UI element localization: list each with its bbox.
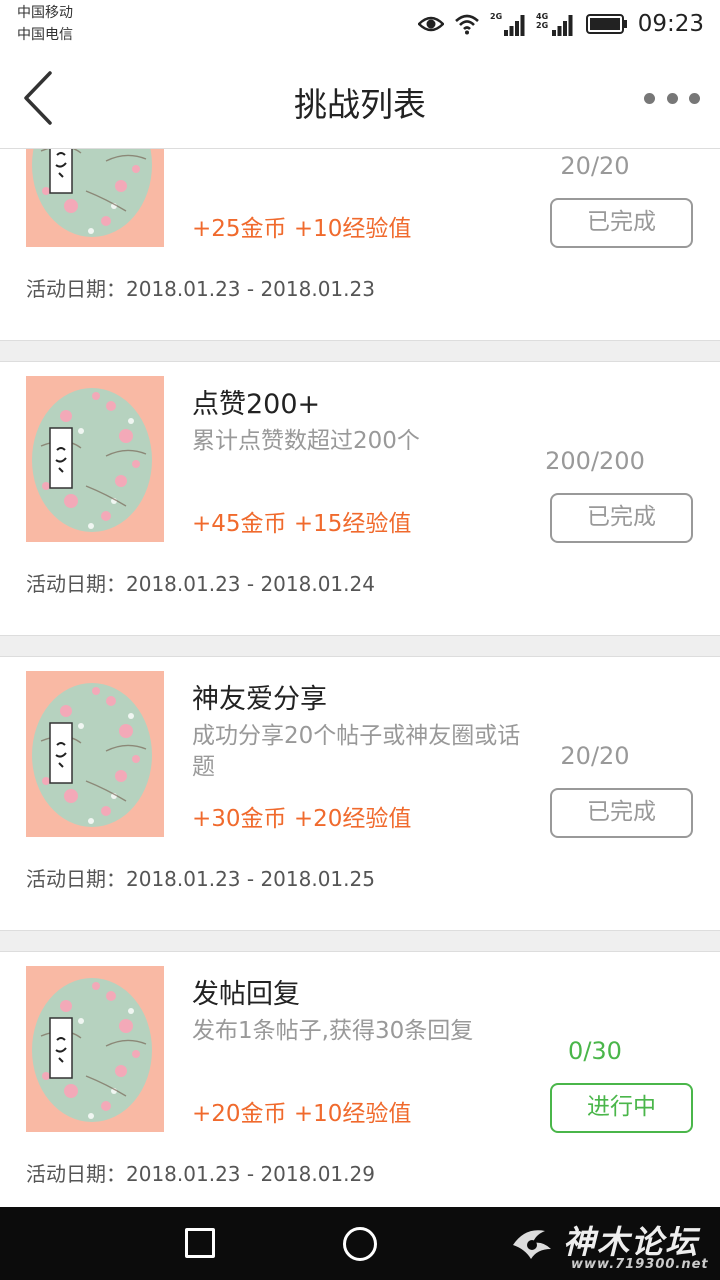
challenge-reward: +30金币 +20经验值 bbox=[192, 806, 412, 832]
challenge-card[interactable]: 神友爱分享 成功分享20个帖子或神友圈或话题 20/20 +30金币 +20经验… bbox=[0, 656, 720, 931]
challenge-status-button[interactable]: 进行中 bbox=[550, 1083, 693, 1133]
challenge-card[interactable]: 点赞200+ 累计点赞数超过200个 200/200 +45金币 +15经验值 … bbox=[0, 361, 720, 636]
challenge-thumbnail bbox=[26, 376, 164, 542]
signal-2-icon: 4G 2G bbox=[536, 11, 576, 37]
challenge-status-button[interactable]: 已完成 bbox=[550, 493, 693, 543]
challenge-progress: 200/200 bbox=[545, 447, 645, 475]
eye-icon bbox=[417, 14, 444, 34]
date-label: 活动日期： bbox=[26, 867, 126, 891]
carrier-1: 中国移动 bbox=[17, 5, 73, 21]
watermark-url: www.719300.net bbox=[571, 1257, 709, 1272]
more-dot-icon bbox=[644, 92, 655, 104]
system-nav-bar: 神木论坛 www.719300.net bbox=[0, 1207, 720, 1280]
challenge-name: 发帖回复 bbox=[192, 979, 300, 1010]
badge-seal-icon bbox=[32, 683, 152, 827]
challenge-list[interactable]: 20/20 +25金币 +10经验值 已完成 活动日期：2018.01.23 -… bbox=[0, 149, 720, 1207]
watermark-emblem-icon bbox=[513, 1230, 551, 1259]
challenge-description: 成功分享20个帖子或神友圈或话题 bbox=[192, 723, 521, 780]
challenge-description: 累计点赞数超过200个 bbox=[192, 428, 420, 454]
challenge-date: 活动日期：2018.01.23 - 2018.01.24 bbox=[26, 568, 375, 597]
date-range: 2018.01.23 - 2018.01.29 bbox=[126, 1162, 375, 1186]
challenge-description: 发布1条帖子,获得30条回复 bbox=[192, 1018, 474, 1044]
status-icons: 2G 4G 2G 09:23 bbox=[417, 10, 704, 38]
carrier-2: 中国电信 bbox=[17, 27, 73, 43]
badge-seal-icon bbox=[32, 149, 152, 237]
date-range: 2018.01.23 - 2018.01.25 bbox=[126, 867, 375, 891]
challenge-date: 活动日期：2018.01.23 - 2018.01.23 bbox=[26, 273, 375, 302]
challenge-reward: +20金币 +10经验值 bbox=[192, 1101, 412, 1127]
challenge-progress: 0/30 bbox=[568, 1037, 622, 1065]
date-range: 2018.01.23 - 2018.01.23 bbox=[126, 277, 375, 301]
status-bar: 中国移动 中国电信 2G 4G 2G 09:23 bbox=[0, 0, 720, 48]
challenge-date: 活动日期：2018.01.23 - 2018.01.25 bbox=[26, 863, 375, 892]
challenge-card[interactable]: 发帖回复 发布1条帖子,获得30条回复 0/30 +20金币 +10经验值 进行… bbox=[0, 951, 720, 1207]
wifi-icon bbox=[454, 13, 480, 35]
challenge-status-button[interactable]: 已完成 bbox=[550, 788, 693, 838]
challenge-name: 神友爱分享 bbox=[192, 684, 327, 715]
page-title: 挑战列表 bbox=[294, 85, 426, 124]
watermark-logo: 神木论坛 www.719300.net bbox=[505, 1213, 715, 1275]
clock: 09:23 bbox=[637, 11, 704, 37]
date-range: 2018.01.23 - 2018.01.24 bbox=[126, 572, 375, 596]
date-label: 活动日期： bbox=[26, 1162, 126, 1186]
more-dot-icon bbox=[689, 92, 700, 104]
challenge-card[interactable]: 20/20 +25金币 +10经验值 已完成 活动日期：2018.01.23 -… bbox=[0, 149, 720, 341]
net-1-label: 2G bbox=[490, 12, 502, 21]
app-header: 挑战列表 bbox=[0, 48, 720, 149]
signal-1-icon: 2G bbox=[490, 11, 526, 37]
challenge-status-button[interactable]: 已完成 bbox=[550, 198, 693, 248]
net-2b-label: 2G bbox=[536, 21, 548, 30]
challenge-reward: +45金币 +15经验值 bbox=[192, 511, 412, 537]
badge-seal-icon bbox=[32, 388, 152, 532]
challenge-thumbnail bbox=[26, 671, 164, 837]
date-label: 活动日期： bbox=[26, 572, 126, 596]
badge-seal-icon bbox=[32, 978, 152, 1122]
challenge-thumbnail bbox=[26, 149, 164, 247]
net-2a-label: 4G bbox=[536, 12, 548, 21]
challenge-progress: 20/20 bbox=[560, 742, 630, 770]
square-recent-icon[interactable] bbox=[185, 1228, 215, 1258]
date-label: 活动日期： bbox=[26, 277, 126, 301]
more-dot-icon bbox=[666, 92, 678, 104]
challenge-progress: 20/20 bbox=[560, 152, 630, 180]
challenge-thumbnail bbox=[26, 966, 164, 1132]
more-button[interactable] bbox=[644, 86, 700, 110]
battery-icon bbox=[585, 13, 628, 35]
challenge-reward: +25金币 +10经验值 bbox=[192, 216, 412, 242]
challenge-name: 点赞200+ bbox=[192, 389, 321, 420]
circle-home-icon[interactable] bbox=[343, 1227, 377, 1261]
challenge-date: 活动日期：2018.01.23 - 2018.01.29 bbox=[26, 1158, 375, 1187]
